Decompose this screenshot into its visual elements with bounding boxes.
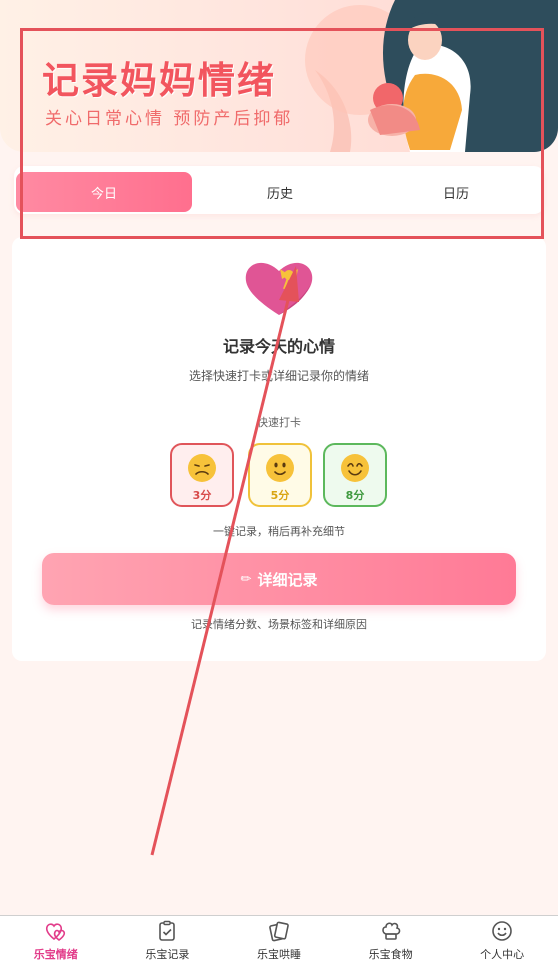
sad-face-icon [188, 454, 216, 482]
nav-label: 乐宝哄睡 [256, 948, 301, 961]
card-title: 记录今天的心情 [222, 337, 335, 356]
smiley-icon [492, 921, 512, 941]
mood-score: 5分 [270, 489, 290, 502]
mood-button-sad[interactable]: 3分 [170, 443, 234, 507]
nav-item-profile[interactable]: 个人中心 [446, 916, 558, 965]
cards-icon [269, 921, 289, 942]
happy-face-icon [341, 454, 369, 482]
nav-item-mood[interactable]: 乐宝情绪 [0, 916, 112, 965]
hearts-icon [45, 923, 65, 942]
nav-item-records[interactable]: 乐宝记录 [112, 916, 224, 965]
nav-label: 乐宝情绪 [33, 948, 78, 961]
detailed-record-label: 详细记录 [257, 570, 318, 589]
tab-history[interactable]: 历史 [192, 172, 368, 212]
banner-subtitle: 关心日常心情 预防产后抑郁 [45, 109, 294, 129]
mood-score: 8分 [345, 489, 365, 502]
card-description: 选择快速打卡或详细记录你的情绪 [188, 369, 369, 383]
mood-options: 3分 5分 8分 [170, 443, 390, 507]
neutral-smile-icon [266, 454, 294, 482]
chef-hat-icon [381, 922, 400, 940]
nav-item-food[interactable]: 乐宝食物 [335, 916, 447, 965]
detailed-record-hint: 记录情绪分数、场景标签和详细原因 [191, 618, 367, 631]
quick-checkin-hint: 一键记录，稍后再补充细节 [213, 525, 345, 538]
mood-button-happy[interactable]: 8分 [323, 443, 387, 507]
mood-record-card: 记录今天的心情 选择快速打卡或详细记录你的情绪 快速打卡 3分 5分 8分 一键… [12, 237, 546, 661]
nav-label: 乐宝食物 [368, 948, 413, 961]
tab-today[interactable]: 今日 [16, 172, 192, 212]
clipboard-icon [159, 920, 176, 941]
banner-title: 记录妈妈情绪 [42, 59, 276, 102]
detailed-record-button[interactable]: ✏ 详细记录 [42, 553, 516, 605]
nav-label: 乐宝记录 [145, 948, 190, 961]
tab-bar: 今日 历史 日历 [14, 166, 544, 214]
mood-button-neutral[interactable]: 5分 [248, 443, 312, 507]
header-banner: 记录妈妈情绪 关心日常心情 预防产后抑郁 [0, 0, 558, 152]
bottom-nav: 乐宝情绪 乐宝记录 乐宝哄睡 乐宝食物 个人中心 [0, 915, 558, 965]
nav-item-sleep[interactable]: 乐宝哄睡 [223, 916, 335, 965]
quick-checkin-label: 快速打卡 [257, 416, 301, 429]
mood-score: 3分 [192, 489, 212, 502]
tab-calendar[interactable]: 日历 [368, 172, 544, 212]
mother-baby-illustration [305, 0, 558, 152]
nav-label: 个人中心 [480, 948, 525, 961]
pencil-icon: ✏ [240, 571, 252, 587]
heart-gift-icon [245, 262, 313, 315]
